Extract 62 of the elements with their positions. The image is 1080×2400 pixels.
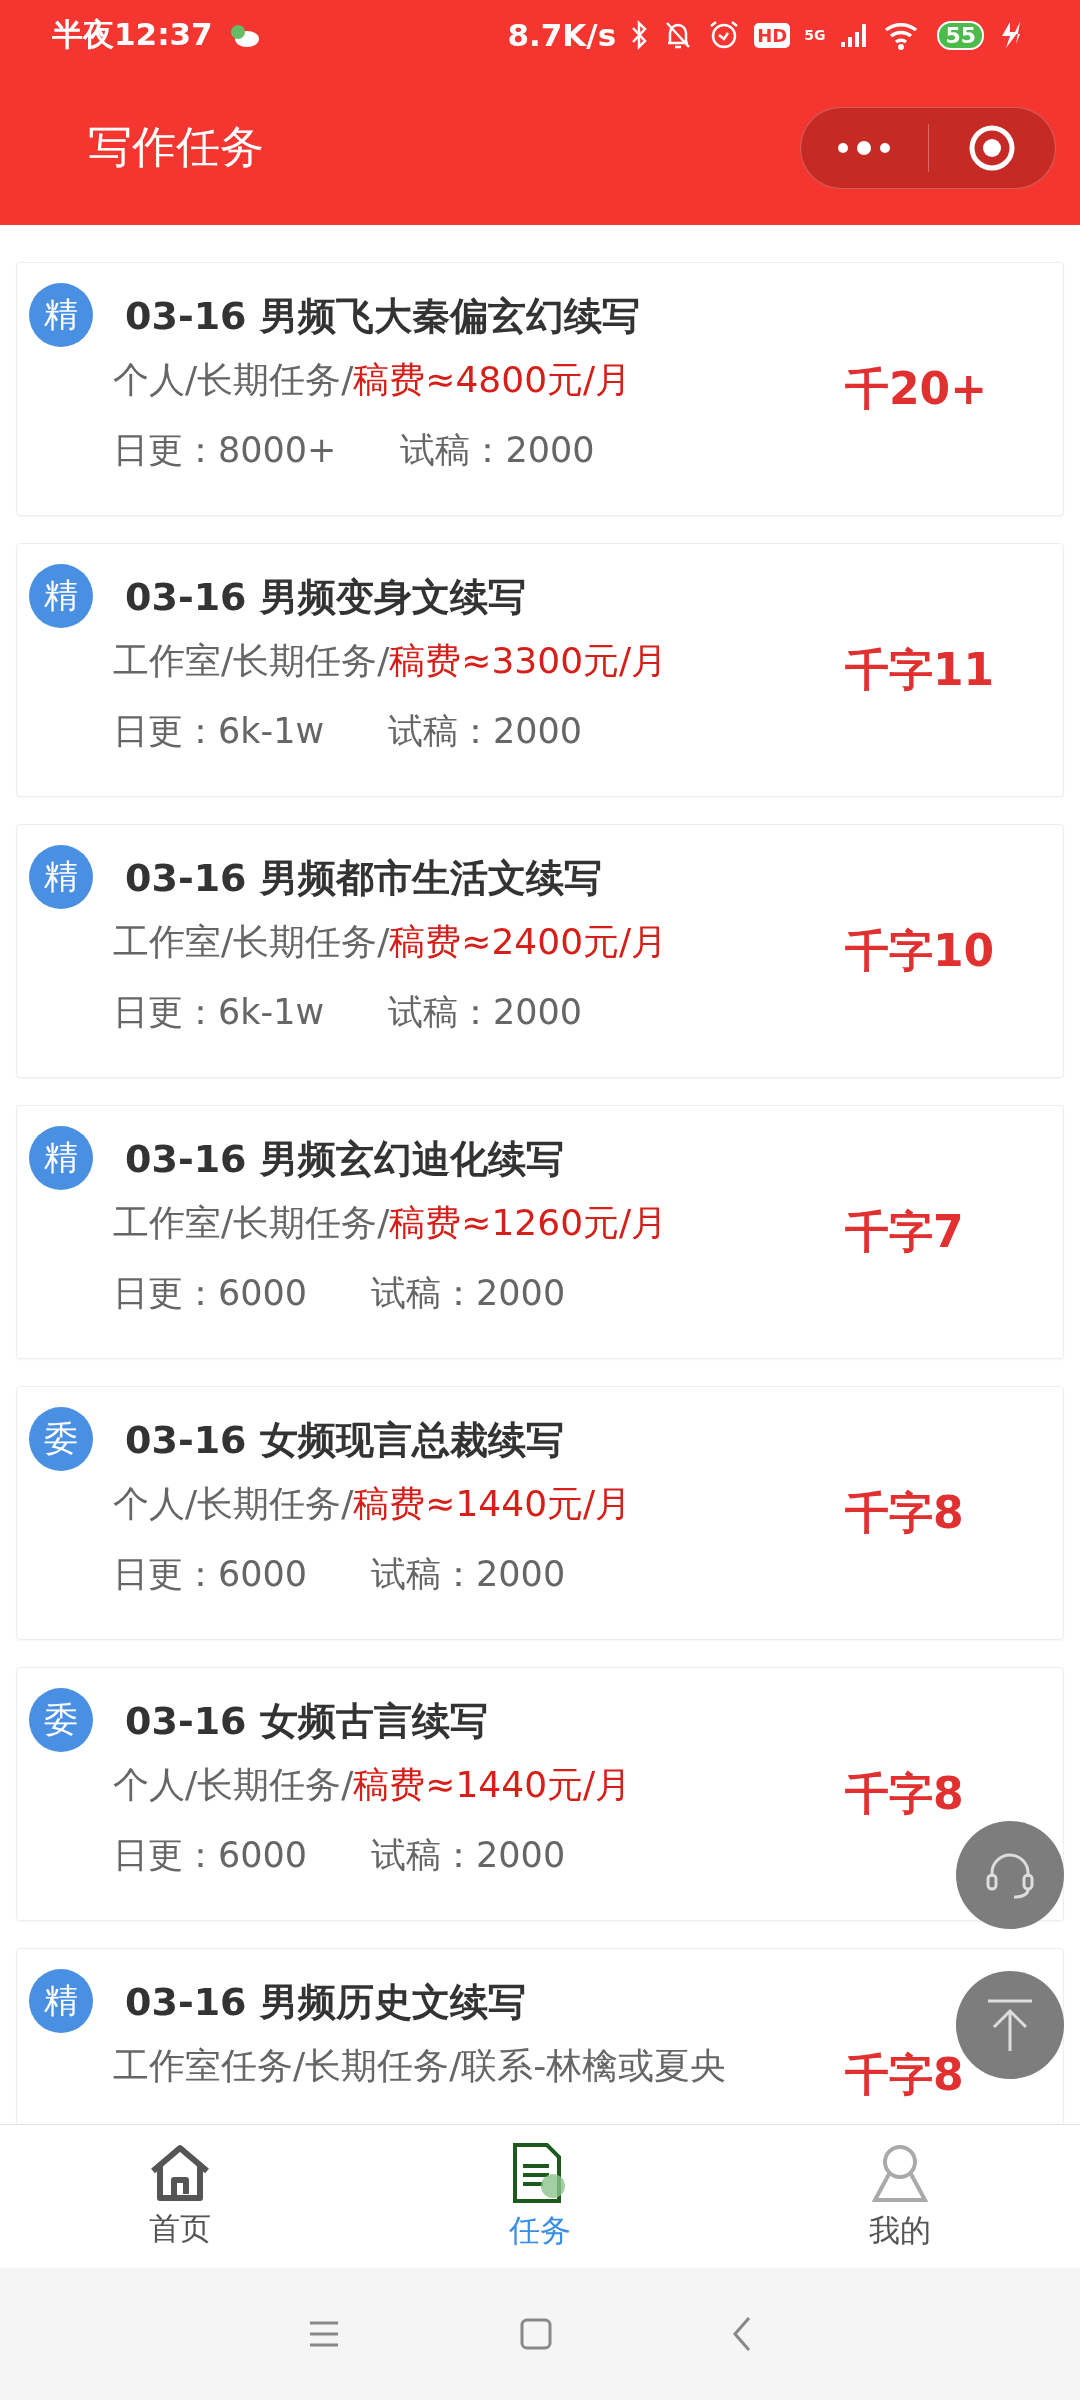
task-badge: 委 [29,1688,93,1752]
task-badge: 精 [29,1969,93,2033]
tab[interactable]: 首页 [0,2125,360,2268]
page-title: 写作任务 [88,120,265,174]
pay-rate: 千20+ [845,361,988,416]
hd-icon: HD [754,22,791,48]
task-badge: 精 [29,845,93,909]
task-card[interactable]: 精 03-16 男频都市生活文续写 工作室/长期任务/稿费≈2400元/月 日更：6k-1w 试稿：2000 千字10 [16,824,1064,1078]
trial-length: 试稿：2000 [400,429,595,472]
task-type: 个人/长期任务/稿费≈4800元/月 [113,358,633,402]
trial-length: 试稿：2000 [371,1553,566,1596]
task-type: 个人/长期任务/稿费≈1440元/月 [113,1482,633,1526]
trial-length: 试稿：2000 [388,991,583,1034]
bluetooth-icon [630,19,649,51]
task-card[interactable]: 精 03-16 男频玄幻迪化续写 工作室/长期任务/稿费≈1260元/月 日更：6000 试稿：2000 千字7 [16,1105,1064,1359]
close-icon[interactable] [967,123,1016,172]
task-badge: 精 [29,283,93,347]
network-type: 5G [804,27,826,43]
pay-rate: 千字8 [845,2047,964,2102]
task-badge: 委 [29,1407,93,1471]
network-speed: 8.7K/s [507,17,617,53]
task-type: 个人/长期任务/稿费≈1440元/月 [113,1763,633,1807]
task-type: 工作室/长期任务/稿费≈2400元/月 [113,920,669,964]
task-type: 工作室任务/长期任务/联系-林檎或夏央 [113,2044,728,2088]
pay-rate: 千字8 [845,1766,964,1821]
task-badge: 精 [29,1126,93,1190]
pay-rate: 千字8 [845,1485,964,1540]
task-card[interactable]: 精 03-16 男频飞大秦偏玄幻续写 个人/长期任务/稿费≈4800元/月 日更：8000+ 试稿：2000 千20+ [16,262,1064,516]
battery-icon: 55 [937,20,984,50]
pay-rate: 千字7 [845,1204,964,1259]
task-type: 工作室/长期任务/稿费≈3300元/月 [113,639,669,683]
task-title: 03-16 男频飞大秦偏玄幻续写 [125,293,641,340]
menu-icon[interactable] [308,2320,340,2348]
task-card[interactable]: 精 03-16 男频历史文续写 工作室任务/长期任务/联系-林檎或夏央 千字8 [16,1948,1064,2124]
pay-rate: 千字11 [845,642,995,697]
task-title: 03-16 女频古言续写 [125,1698,489,1745]
time: 半夜12:37 [52,15,213,54]
task-title: 03-16 男频变身文续写 [125,574,527,621]
task-type: 工作室/长期任务/稿费≈1260元/月 [113,1201,669,1245]
trial-length: 试稿：2000 [388,710,583,753]
back-icon[interactable] [732,2316,752,2352]
task-title: 03-16 男频历史文续写 [125,1979,527,2026]
trial-length: 试稿：2000 [371,1834,566,1877]
pay-rate: 千字10 [845,923,995,978]
task-card[interactable]: 委 03-16 女频现言总裁续写 个人/长期任务/稿费≈1440元/月 日更：6000 试稿：2000 千字8 [16,1386,1064,1640]
task-title: 03-16 男频玄幻迪化续写 [125,1136,565,1183]
daily-update: 日更：8000+ [113,429,337,472]
task-title: 03-16 男频都市生活文续写 [125,855,603,902]
trial-length: 试稿：2000 [371,1272,566,1315]
task-card[interactable]: 委 03-16 女频古言续写 个人/长期任务/稿费≈1440元/月 日更：6000 试稿：2000 千字8 [16,1667,1064,1921]
daily-update: 日更：6000 [113,1553,308,1596]
home-icon [149,2143,211,2202]
daily-update: 日更：6k-1w [113,710,325,753]
task-badge: 精 [29,564,93,628]
daily-update: 日更：6000 [113,1834,308,1877]
daily-update: 日更：6k-1w [113,991,325,1034]
more-icon[interactable] [837,140,892,155]
tab[interactable]: 我的 [720,2125,1080,2268]
task-title: 03-16 女频现言总裁续写 [125,1417,565,1464]
home-square-icon[interactable] [520,2318,552,2350]
task-card[interactable]: 精 03-16 男频变身文续写 工作室/长期任务/稿费≈3300元/月 日更：6k-1w 试稿：2000 千字11 [16,543,1064,797]
daily-update: 日更：6000 [113,1272,308,1315]
